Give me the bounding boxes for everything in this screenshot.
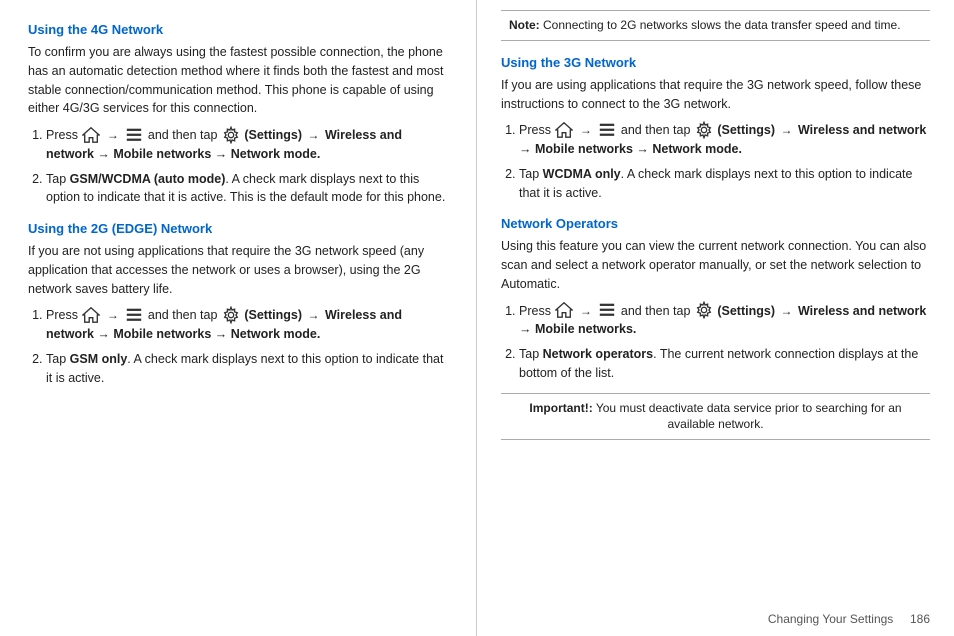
step-3g-2: Tap WCDMA only. A check mark displays ne… [519, 165, 930, 203]
step-4g-2: Tap GSM/WCDMA (auto mode). A check mark … [46, 170, 452, 208]
step-3g-2-tap: Tap [519, 167, 543, 181]
step-3g-1-andthentap: and then tap [621, 123, 694, 137]
step-4g-2-tap: Tap [46, 172, 70, 186]
note-text: Connecting to 2G networks slows the data… [543, 18, 901, 32]
step-2g-1-settings: (Settings) [244, 308, 305, 322]
step-netops-1-andthentap: and then tap [621, 304, 694, 318]
step-2g-2-tap: Tap [46, 352, 70, 366]
step-4g-1: Press → and then tap (Settings) → Wirele… [46, 126, 452, 164]
right-column: Note: Connecting to 2G networks slows th… [477, 0, 954, 636]
home-icon-3g [555, 121, 573, 139]
page-number: 186 [910, 612, 930, 626]
step-2g-2-bold: GSM only [70, 352, 128, 366]
step-2g-1-press: Press [46, 308, 81, 322]
step-3g-1-press: Press [519, 123, 554, 137]
step-netops-1-settings: (Settings) [717, 304, 778, 318]
step-netops-2-bold: Network operators [543, 347, 653, 361]
left-column: Using the 4G Network To confirm you are … [0, 0, 477, 636]
step-4g-1-andthentap: and then tap [148, 128, 221, 142]
important-text: You must deactivate data service prior t… [596, 401, 902, 432]
settings-icon [222, 126, 240, 144]
step-3g-1-settings: (Settings) [717, 123, 778, 137]
section-2g-steps: Press → and then tap (Settings) → Wirele… [46, 306, 452, 387]
menu-icon [125, 126, 143, 144]
home-icon-netops [555, 301, 573, 319]
section-3g-title: Using the 3G Network [501, 55, 930, 70]
section-4g-title: Using the 4G Network [28, 22, 452, 37]
step-netops-2-tap: Tap [519, 347, 543, 361]
important-label: Important!: [529, 401, 592, 415]
note-box: Note: Connecting to 2G networks slows th… [501, 10, 930, 41]
section-3g-intro: If you are using applications that requi… [501, 76, 930, 114]
settings-icon-2g [222, 306, 240, 324]
section-2g-title: Using the 2G (EDGE) Network [28, 221, 452, 236]
step-3g-1: Press → and then tap (Settings) → Wirele… [519, 121, 930, 159]
footer-text: Changing Your Settings [768, 612, 893, 626]
menu-icon-2g [125, 306, 143, 324]
step-4g-1-settings-label: (Settings) [244, 128, 305, 142]
section-4g-intro: To confirm you are always using the fast… [28, 43, 452, 118]
footer: Changing Your Settings 186 [768, 612, 930, 626]
section-netops-steps: Press → and then tap (Settings) → Wirele… [519, 302, 930, 383]
note-label: Note: [509, 18, 540, 32]
step-3g-2-bold: WCDMA only [543, 167, 621, 181]
step-2g-1: Press → and then tap (Settings) → Wirele… [46, 306, 452, 344]
important-box: Important!: You must deactivate data ser… [501, 393, 930, 441]
section-netops-intro: Using this feature you can view the curr… [501, 237, 930, 293]
step-netops-1: Press → and then tap (Settings) → Wirele… [519, 302, 930, 340]
step-netops-1-press: Press [519, 304, 554, 318]
step-4g-2-bold: GSM/WCDMA (auto mode) [70, 172, 226, 186]
settings-icon-netops [695, 301, 713, 319]
step-2g-2: Tap GSM only. A check mark displays next… [46, 350, 452, 388]
page: Using the 4G Network To confirm you are … [0, 0, 954, 636]
step-4g-1-press: Press [46, 128, 81, 142]
menu-icon-netops [598, 301, 616, 319]
step-netops-2: Tap Network operators. The current netwo… [519, 345, 930, 383]
menu-icon-3g [598, 121, 616, 139]
step-2g-1-andthentap: and then tap [148, 308, 221, 322]
section-2g-intro: If you are not using applications that r… [28, 242, 452, 298]
settings-icon-3g [695, 121, 713, 139]
section-netops-title: Network Operators [501, 216, 930, 231]
home-icon [82, 126, 100, 144]
section-4g-steps: Press → and then tap (Settings) → Wirele… [46, 126, 452, 207]
section-3g-steps: Press → and then tap (Settings) → Wirele… [519, 121, 930, 202]
home-icon-2g [82, 306, 100, 324]
